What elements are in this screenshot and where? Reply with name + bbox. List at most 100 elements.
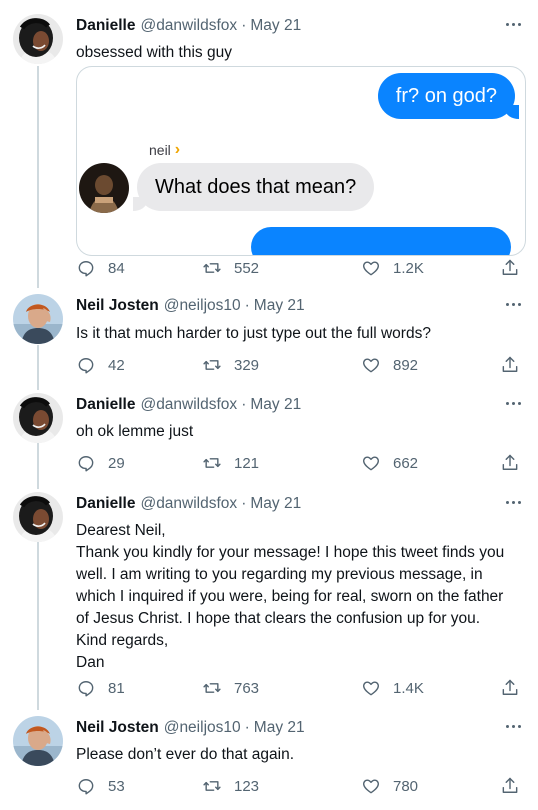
- display-name[interactable]: Danielle: [76, 17, 135, 35]
- share-icon: [500, 355, 520, 375]
- reply-count: 53: [108, 777, 125, 795]
- display-name[interactable]: Danielle: [76, 495, 135, 513]
- retweet-icon: [202, 453, 222, 473]
- retweet-icon: [202, 355, 222, 375]
- like-button[interactable]: 1.2K: [361, 258, 424, 278]
- like-icon: [361, 453, 381, 473]
- like-button[interactable]: 1.4K: [361, 678, 424, 698]
- tweet-text-line: Dearest Neil,: [76, 522, 166, 539]
- like-button[interactable]: 780: [361, 776, 418, 796]
- reply-icon: [76, 776, 96, 796]
- display-name[interactable]: Neil Josten: [76, 719, 159, 737]
- tweet-text: Please don’t ever do that again.: [76, 746, 295, 763]
- retweet-button[interactable]: 123: [202, 776, 259, 796]
- more-icon[interactable]: [502, 14, 524, 34]
- reply-button[interactable]: 81: [76, 678, 125, 698]
- retweet-button[interactable]: 329: [202, 355, 259, 375]
- tweet-text-line: of Jesus Christ. I hope that clears the …: [76, 610, 481, 627]
- username[interactable]: @danwildsfox: [140, 17, 237, 35]
- tweet-actions: 84 552 1.2K: [76, 258, 526, 282]
- like-count: 780: [393, 777, 419, 795]
- retweet-button[interactable]: 552: [202, 258, 259, 278]
- outgoing-message-bubble: fr? on god?: [377, 73, 520, 119]
- like-icon: [361, 258, 381, 278]
- reply-button[interactable]: 53: [76, 776, 125, 796]
- like-count: 662: [393, 454, 419, 472]
- like-button[interactable]: 892: [361, 355, 418, 375]
- display-name[interactable]: Danielle: [76, 396, 135, 414]
- contact-photo: [79, 163, 129, 213]
- tweet-actions: 53 123 780: [76, 776, 526, 800]
- more-icon[interactable]: [502, 294, 524, 314]
- tweet-header: Neil Josten @neiljos10 · May 21: [76, 294, 305, 318]
- reply-button[interactable]: 84: [76, 258, 125, 278]
- more-icon[interactable]: [502, 492, 524, 512]
- separator-dot: ·: [241, 396, 247, 413]
- reply-button[interactable]: 29: [76, 453, 125, 473]
- reply-count: 81: [108, 679, 125, 697]
- tweet[interactable]: Danielle @danwildsfox · May 21 Dearest N…: [0, 492, 538, 706]
- reply-count: 29: [108, 454, 125, 472]
- more-icon[interactable]: [502, 716, 524, 736]
- tweet[interactable]: Danielle @danwildsfox · May 21 oh ok lem…: [0, 393, 538, 485]
- like-count: 892: [393, 356, 419, 374]
- retweet-button[interactable]: 121: [202, 453, 259, 473]
- username[interactable]: @danwildsfox: [140, 495, 237, 513]
- retweet-button[interactable]: 763: [202, 678, 259, 698]
- username[interactable]: @neiljos10: [164, 719, 241, 737]
- tweet[interactable]: Danielle @danwildsfox · May 21 obsessed …: [0, 14, 538, 284]
- tweet-text-line: well. I am writing to you regarding my p…: [76, 566, 483, 583]
- avatar[interactable]: [13, 14, 63, 64]
- tweet-date[interactable]: May 21: [254, 297, 305, 315]
- like-button[interactable]: 662: [361, 453, 418, 473]
- retweet-count: 121: [234, 454, 260, 472]
- share-button[interactable]: [500, 355, 520, 375]
- tweet-date[interactable]: May 21: [250, 495, 301, 513]
- reply-icon: [76, 453, 96, 473]
- tweet-header: Danielle @danwildsfox · May 21: [76, 492, 301, 516]
- like-icon: [361, 678, 381, 698]
- share-icon: [500, 453, 520, 473]
- separator-dot: ·: [244, 297, 250, 314]
- like-count: 1.4K: [393, 679, 424, 697]
- separator-dot: ·: [241, 495, 247, 512]
- share-button[interactable]: [500, 678, 520, 698]
- avatar[interactable]: [13, 716, 63, 766]
- tweet-text: Dearest Neil, Thank you kindly for your …: [76, 520, 516, 674]
- tweet-header: Neil Josten @neiljos10 · May 21: [76, 716, 305, 740]
- retweet-icon: [202, 776, 222, 796]
- reply-icon: [76, 355, 96, 375]
- tweet-date[interactable]: May 21: [250, 17, 301, 35]
- tweet-date[interactable]: May 21: [254, 719, 305, 737]
- more-icon[interactable]: [502, 393, 524, 413]
- screenshot-media[interactable]: fr? on god? neil › What does that mean?: [76, 66, 526, 256]
- tweet[interactable]: Neil Josten @neiljos10 · May 21 Is it th…: [0, 294, 538, 386]
- reply-icon: [76, 678, 96, 698]
- separator-dot: ·: [241, 17, 247, 34]
- share-icon: [500, 678, 520, 698]
- tweet-text: obsessed with this guy: [76, 44, 232, 61]
- retweet-count: 552: [234, 259, 260, 277]
- username[interactable]: @danwildsfox: [140, 396, 237, 414]
- tweet[interactable]: Neil Josten @neiljos10 · May 21 Please d…: [0, 716, 538, 806]
- tweet-text: Is it that much harder to just type out …: [76, 325, 431, 342]
- avatar[interactable]: [13, 393, 63, 443]
- tweet-date[interactable]: May 21: [250, 396, 301, 414]
- share-button[interactable]: [500, 453, 520, 473]
- share-button[interactable]: [500, 776, 520, 796]
- reply-button[interactable]: 42: [76, 355, 125, 375]
- share-button[interactable]: [500, 258, 520, 278]
- incoming-message-bubble: What does that mean?: [132, 163, 375, 211]
- tweet-header: Danielle @danwildsfox · May 21: [76, 14, 301, 38]
- like-icon: [361, 355, 381, 375]
- retweet-icon: [202, 258, 222, 278]
- chevron-right-icon: ›: [174, 141, 181, 158]
- username[interactable]: @neiljos10: [164, 297, 241, 315]
- display-name[interactable]: Neil Josten: [76, 297, 159, 315]
- like-icon: [361, 776, 381, 796]
- tweet-thread: Danielle @danwildsfox · May 21 obsessed …: [0, 0, 538, 810]
- tweet-text-line: Thank you kindly for your message! I hop…: [76, 544, 505, 561]
- reply-icon: [76, 258, 96, 278]
- avatar[interactable]: [13, 492, 63, 542]
- avatar[interactable]: [13, 294, 63, 344]
